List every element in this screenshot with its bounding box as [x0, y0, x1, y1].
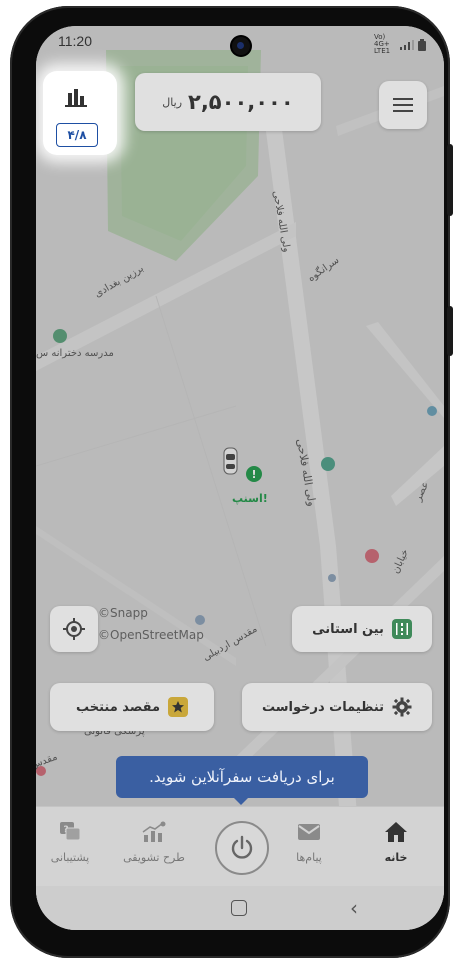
nav-support-label: پشتیبانی: [50, 851, 90, 864]
go-online-tooltip: برای دریافت سفرآنلاین شوید.: [116, 756, 368, 805]
system-navigation-bar: ‹: [36, 886, 444, 930]
intercity-label: بین استانی: [312, 621, 384, 637]
balance-currency: ریال: [162, 95, 183, 109]
nav-incentive-label: طرح تشویقی: [123, 851, 185, 864]
incentive-chart-icon: [142, 821, 166, 842]
gear-icon: [392, 697, 412, 717]
request-settings-label: تنظیمات درخواست: [261, 699, 385, 715]
power-side-button: [447, 306, 453, 356]
front-camera: [232, 37, 250, 55]
screen: ! ولی الله فلاحی سرانگوه برزین بغدادی مق…: [36, 26, 444, 930]
my-location-button[interactable]: [50, 606, 98, 652]
map-attribution: ©Snapp: [98, 606, 148, 620]
balance-amount: ۲,۵۰۰,۰۰۰: [188, 90, 294, 114]
map-attribution: ©OpenStreetMap: [98, 628, 204, 642]
nav-messages[interactable]: پیام‌ها: [269, 819, 349, 864]
bottom-navigation: خانه پیام‌ها طرح تشویقی ? پشتیبانی: [36, 806, 444, 887]
signal-icon: [400, 39, 414, 50]
system-home-button[interactable]: [231, 900, 247, 916]
favorite-destination-label: مقصد منتخب: [75, 699, 161, 715]
nav-messages-label: پیام‌ها: [296, 851, 322, 864]
rating-card[interactable]: ۴/۸: [43, 71, 117, 155]
menu-button[interactable]: [379, 81, 427, 129]
favorite-destination-button[interactable]: مقصد منتخب: [50, 683, 214, 731]
nav-incentive[interactable]: طرح تشویقی: [114, 819, 194, 864]
star-icon: [168, 697, 189, 717]
support-chat-icon: ?: [60, 822, 81, 841]
status-time: 11:20: [58, 33, 92, 49]
network-label: Vo) 4G+ LTE1: [374, 33, 391, 55]
home-icon: [385, 822, 407, 842]
battery-icon: [418, 38, 426, 51]
nav-home[interactable]: خانه: [356, 819, 436, 864]
hamburger-menu-icon: [393, 98, 413, 112]
request-settings-button[interactable]: تنظیمات درخواست: [242, 683, 432, 731]
road-icon: [391, 619, 412, 639]
nav-home-label: خانه: [384, 851, 408, 864]
mail-icon: [298, 824, 320, 840]
balance-card[interactable]: ۲,۵۰۰,۰۰۰ ریال: [135, 73, 321, 131]
intercity-button[interactable]: بین استانی: [292, 606, 432, 652]
snapp-place-label: اسنپ!: [232, 492, 268, 505]
bar-chart-icon: [65, 89, 87, 107]
poi-school-marker: [53, 329, 67, 343]
system-back-button[interactable]: ‹: [350, 896, 358, 920]
svg-text:!: !: [251, 468, 256, 481]
go-online-power-button[interactable]: [215, 821, 269, 875]
svg-text:?: ?: [63, 825, 68, 835]
power-icon: [231, 835, 253, 859]
volume-button: [447, 144, 453, 216]
crosshair-icon: [63, 618, 85, 640]
car-marker-icon: [223, 447, 238, 475]
nav-support[interactable]: ? پشتیبانی: [36, 819, 110, 864]
place-label: مدرسه دخترانه س: [36, 348, 114, 359]
rating-badge: ۴/۸: [56, 123, 98, 147]
